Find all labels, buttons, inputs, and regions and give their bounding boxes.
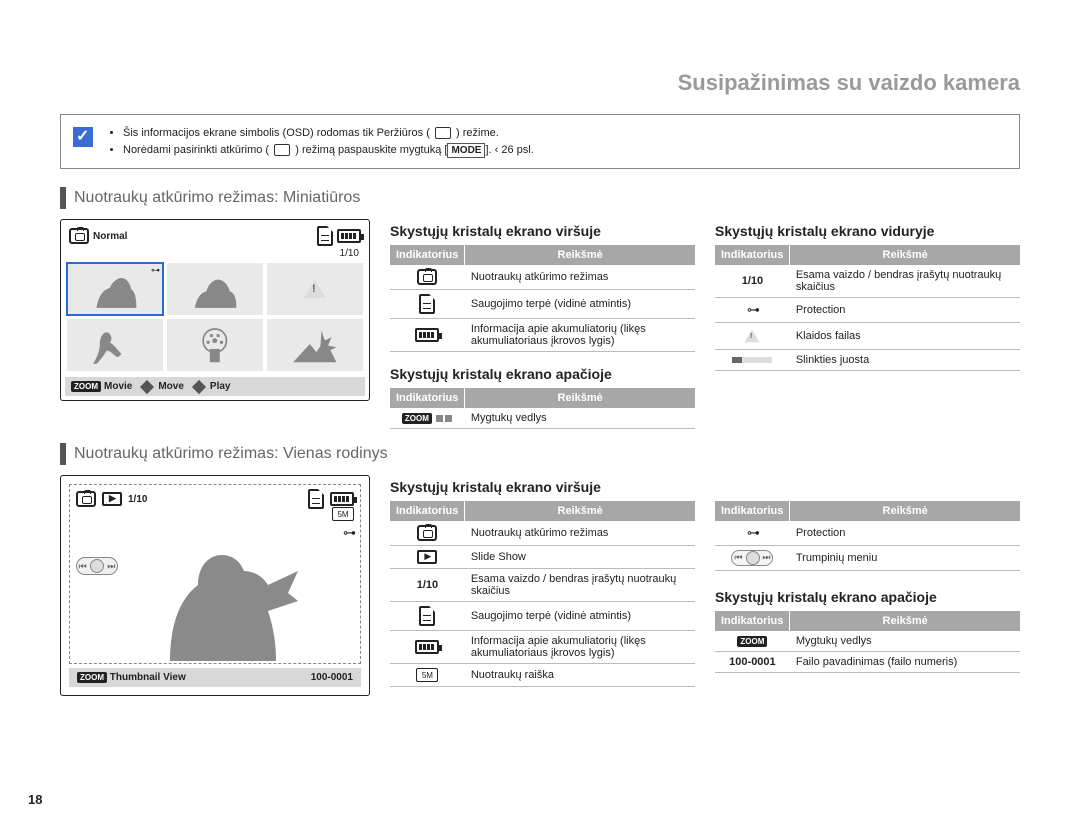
note-list: Šis informacijos ekrane simbolis (OSD) r… xyxy=(107,125,534,158)
note-line-1: Šis informacijos ekrane simbolis (OSD) r… xyxy=(123,125,534,142)
thumbnail-1[interactable]: ⊶ xyxy=(67,263,163,315)
warning-icon xyxy=(745,330,760,343)
zoom-icon: ZOOM xyxy=(77,672,107,683)
lock-icon xyxy=(343,525,354,541)
lock-icon xyxy=(747,302,758,318)
table-bottom-2: IndikatoriusReikšmė ZOOMMygtukų vedlys 1… xyxy=(715,611,1020,673)
table-middle: IndikatoriusReikšmė 1/10Esama vaizdo / b… xyxy=(715,245,1020,371)
subhead-top: Skystųjų kristalų ekrano viršuje xyxy=(390,223,695,239)
subhead-bottom-2: Skystųjų kristalų ekrano apačioje xyxy=(715,589,1020,605)
battery-icon xyxy=(415,640,439,654)
shortcut-menu-icon: ⏮⏭ xyxy=(731,550,773,566)
photo-mode-icon xyxy=(417,525,437,541)
battery-icon xyxy=(337,229,361,243)
photo-mode-icon xyxy=(76,491,96,507)
photo-mode-icon xyxy=(417,269,437,285)
page-title: Susipažinimas su vaizdo kamera xyxy=(60,70,1020,96)
table-top-2: IndikatoriusReikšmė Nuotraukų atkūrimo r… xyxy=(390,501,695,687)
scrollbar-icon xyxy=(732,357,772,363)
playback-mode-icon xyxy=(274,144,290,156)
storage-icon xyxy=(308,489,324,509)
thumbnail-2[interactable] xyxy=(167,263,263,315)
section-thumbnails: Nuotraukų atkūrimo režimas: Miniatiūros xyxy=(60,187,1020,209)
lcd-single-screen: 1/10 5M ⏮⏭ xyxy=(60,475,370,696)
resolution-icon: 5M xyxy=(332,507,354,521)
check-icon xyxy=(73,127,93,147)
zoom-icon: ZOOM xyxy=(402,413,432,424)
battery-icon xyxy=(415,328,439,342)
battery-icon xyxy=(330,492,354,506)
page-number: 18 xyxy=(28,792,42,807)
table-right-top-2: IndikatoriusReikšmė Protection ⏮⏭Trumpin… xyxy=(715,501,1020,571)
note-line-2: Norėdami pasirinkti atkūrimo ( ) režimą … xyxy=(123,142,534,159)
table-top-1: IndikatoriusReikšmė Nuotraukų atkūrimo r… xyxy=(390,245,695,352)
slideshow-icon xyxy=(102,492,122,506)
table-bottom-1: IndikatoriusReikšmė ZOOM Mygtukų vedlys xyxy=(390,388,695,429)
slideshow-icon xyxy=(417,550,437,564)
storage-icon xyxy=(317,226,333,246)
lcd-bottom-bar: ZOOM Movie Move Play xyxy=(65,377,365,396)
lcd-count: 1/10 xyxy=(65,248,365,261)
zoom-icon: ZOOM xyxy=(71,381,101,392)
nav-square-icon xyxy=(445,415,452,422)
lock-icon xyxy=(747,525,758,541)
warning-icon xyxy=(304,280,326,298)
lcd2-count: 1/10 xyxy=(128,494,147,505)
thumbnail-4[interactable] xyxy=(67,319,163,371)
lcd-normal-label: Normal xyxy=(93,231,127,242)
thumbnail-grid: ⊶ xyxy=(65,261,365,373)
lcd2-bottom-bar: ZOOM Thumbnail View 100-0001 xyxy=(69,668,361,687)
resolution-icon: 5M xyxy=(416,668,438,682)
thumbnail-6[interactable] xyxy=(267,319,363,371)
lcd-thumbnail-screen: Normal 1/10 ⊶ xyxy=(60,219,370,401)
playback-mode-icon xyxy=(435,127,451,139)
lock-icon: ⊶ xyxy=(151,265,160,276)
file-number: 100-0001 xyxy=(311,672,353,683)
subhead-top-2: Skystųjų kristalų ekrano viršuje xyxy=(390,479,695,495)
zoom-icon: ZOOM xyxy=(737,636,767,647)
nav-square-icon xyxy=(436,415,443,422)
section-singleview: Nuotraukų atkūrimo režimas: Vienas rodin… xyxy=(60,443,1020,465)
play-icon xyxy=(192,379,206,393)
storage-icon xyxy=(419,606,435,626)
photo-silhouette xyxy=(140,521,310,661)
thumbnail-3[interactable] xyxy=(267,263,363,315)
photo-mode-icon xyxy=(69,228,89,244)
thumbnail-5[interactable] xyxy=(167,319,263,371)
subhead-bottom: Skystųjų kristalų ekrano apačioje xyxy=(390,366,695,382)
subhead-middle: Skystųjų kristalų ekrano viduryje xyxy=(715,223,1020,239)
note-box: Šis informacijos ekrane simbolis (OSD) r… xyxy=(60,114,1020,169)
move-icon xyxy=(140,379,154,393)
mode-key: MODE xyxy=(447,143,485,158)
shortcut-menu-icon[interactable]: ⏮⏭ xyxy=(76,557,118,575)
storage-icon xyxy=(419,294,435,314)
